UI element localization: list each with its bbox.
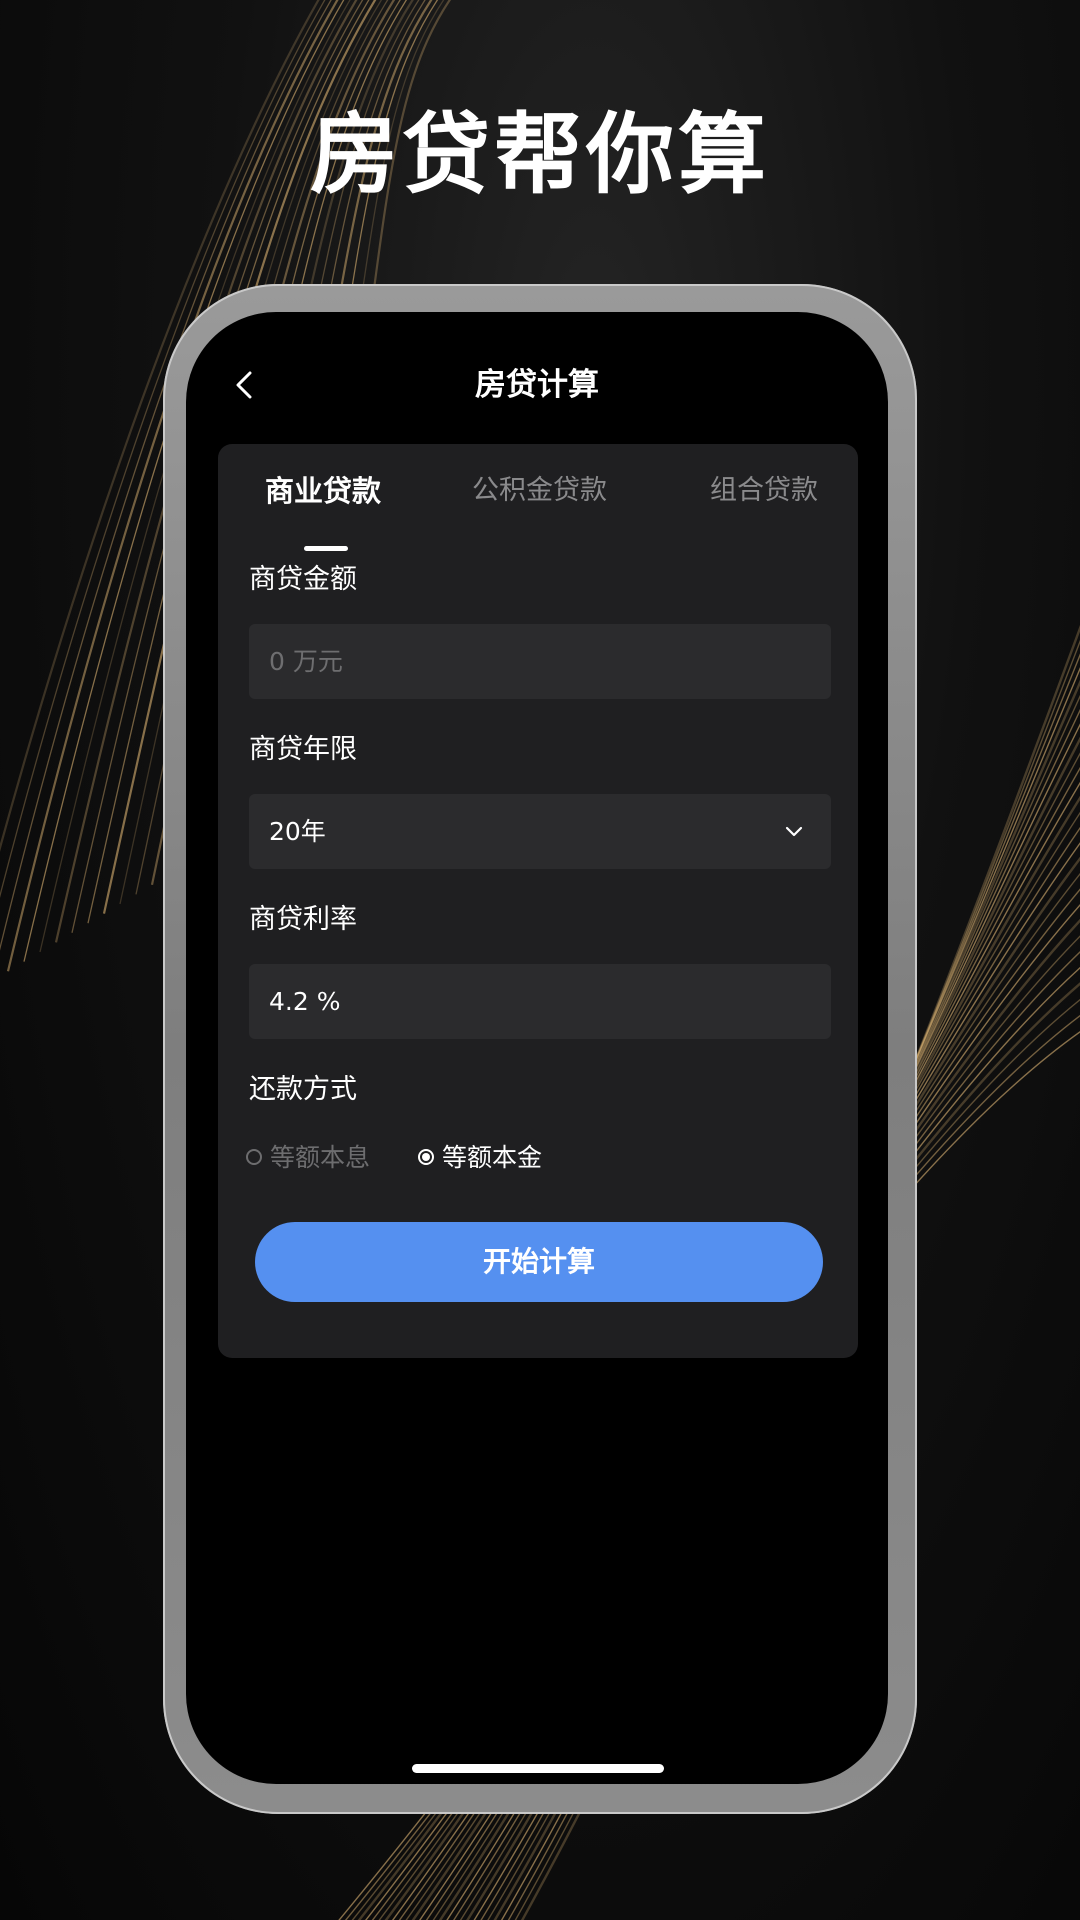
repayment-method-label: 还款方式 xyxy=(249,1074,357,1105)
loan-amount-input[interactable] xyxy=(249,624,809,699)
phone-screen: 房贷计算 商业贷款 公积金贷款 组合贷款 商贷金额 商贷年限 20年 商贷利率 xyxy=(186,312,888,1784)
promo-headline: 房贷帮你算 xyxy=(309,103,770,206)
repayment-method-options: 等额本息 等额本金 xyxy=(246,1138,846,1178)
tab-provident-fund-loan[interactable]: 公积金贷款 xyxy=(472,466,607,516)
active-tab-indicator xyxy=(304,546,348,551)
tab-commercial-loan[interactable]: 商业贷款 xyxy=(265,466,381,516)
nav-bar: 房贷计算 xyxy=(186,350,888,420)
page-title: 房贷计算 xyxy=(475,367,599,403)
loan-calculator-card: 商业贷款 公积金贷款 组合贷款 商贷金额 商贷年限 20年 商贷利率 还款方式 xyxy=(218,444,858,1358)
loan-amount-label: 商贷金额 xyxy=(249,564,357,595)
radio-unselected-icon xyxy=(246,1149,262,1165)
radio-label: 等额本金 xyxy=(442,1143,543,1172)
promo-stage: 房贷帮你算 房贷计算 商业贷款 公积金贷款 组合贷款 商贷金额 商贷年限 xyxy=(0,0,1080,1920)
loan-term-value: 20年 xyxy=(269,817,326,846)
interest-rate-label: 商贷利率 xyxy=(249,904,357,935)
radio-selected-icon xyxy=(418,1149,434,1165)
radio-label: 等额本息 xyxy=(270,1143,371,1172)
loan-term-label: 商贷年限 xyxy=(249,734,357,765)
interest-rate-input[interactable] xyxy=(249,964,809,1039)
loan-type-tabs: 商业贷款 公积金贷款 组合贷款 xyxy=(218,466,858,551)
loan-amount-field-box xyxy=(249,624,831,699)
tab-combined-loan[interactable]: 组合贷款 xyxy=(710,466,818,516)
loan-term-select[interactable]: 20年 xyxy=(249,794,831,869)
interest-rate-field-box xyxy=(249,964,831,1039)
chevron-down-icon xyxy=(785,826,803,837)
start-calculation-button[interactable]: 开始计算 xyxy=(255,1222,823,1302)
home-indicator xyxy=(412,1764,664,1773)
